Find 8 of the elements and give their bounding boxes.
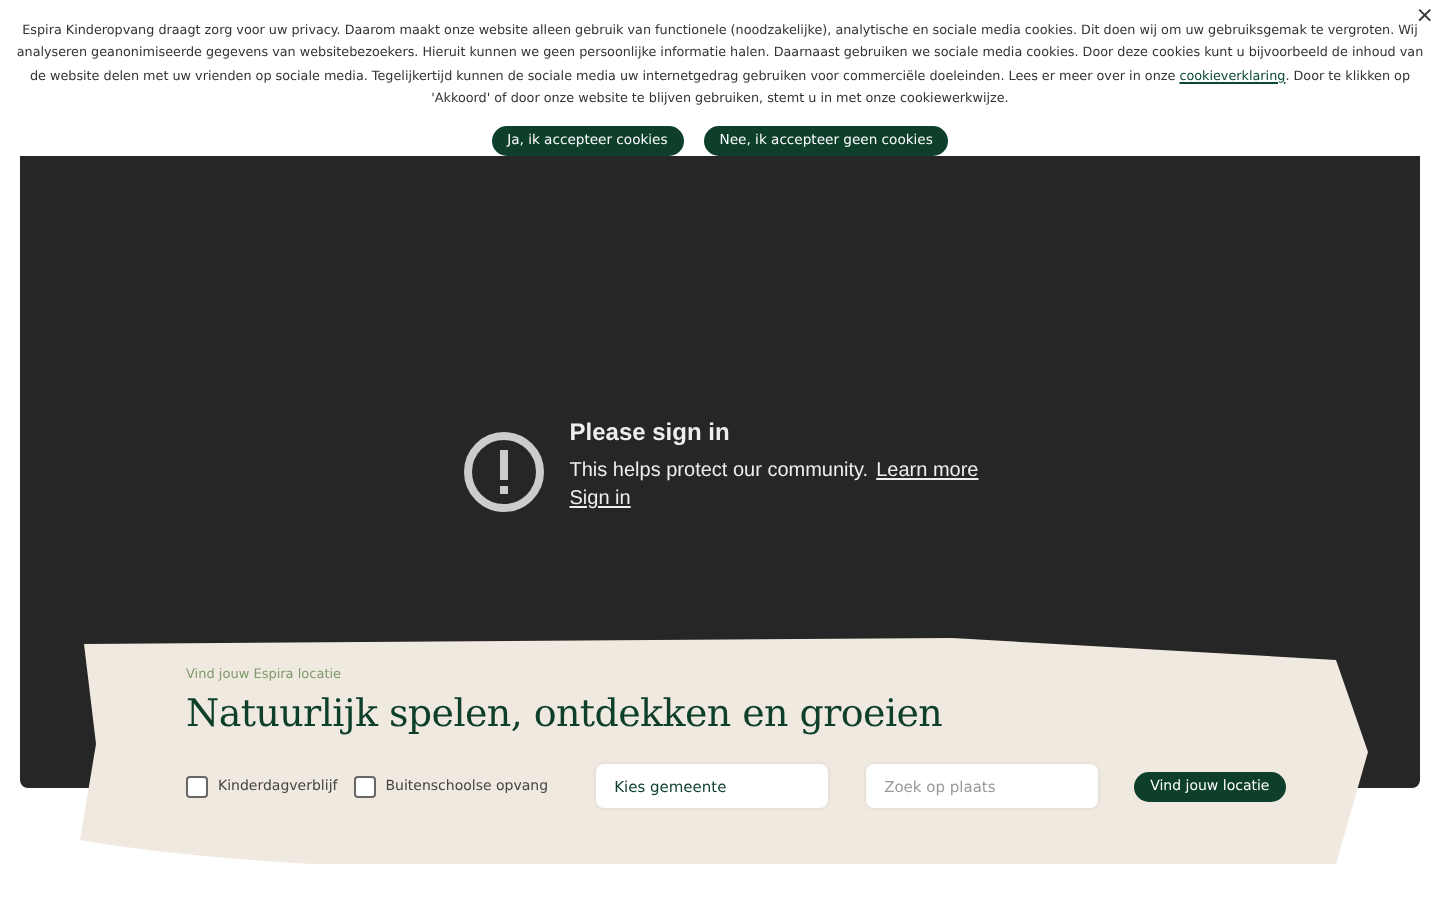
checkbox[interactable] xyxy=(186,775,208,797)
panel-heading: Natuurlijk spelen, ontdekken en groeien xyxy=(186,692,945,736)
close-button[interactable]: × xyxy=(1415,0,1434,30)
sign-in-title: Please sign in xyxy=(569,418,732,446)
learn-more-link[interactable]: Learn more xyxy=(876,460,979,482)
warning-icon xyxy=(461,430,546,514)
sign-in-link[interactable]: Sign in xyxy=(569,488,631,510)
sign-in-message: This helps protect our community. xyxy=(569,460,869,482)
